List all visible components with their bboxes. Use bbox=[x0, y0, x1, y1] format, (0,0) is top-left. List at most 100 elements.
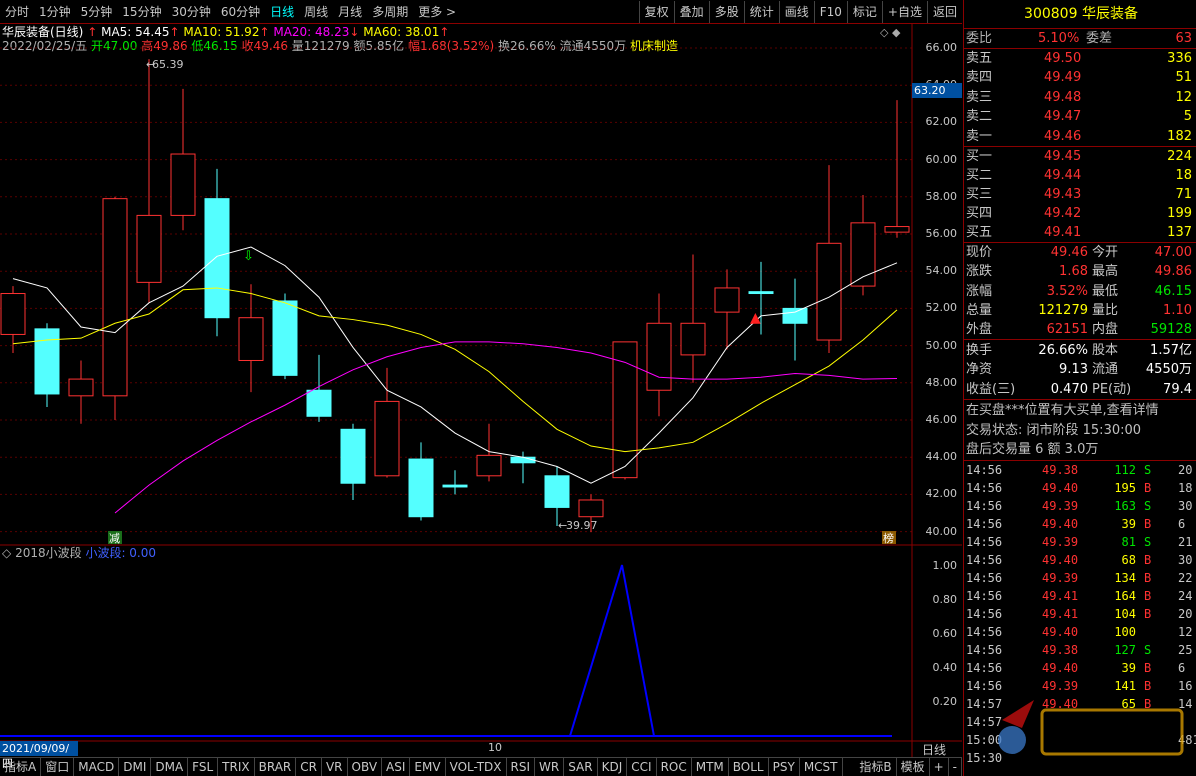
tab-daily[interactable]: 日线 bbox=[265, 3, 299, 20]
bid-row[interactable]: 买五 49.41 137 bbox=[966, 223, 1196, 242]
candle-body bbox=[442, 484, 468, 488]
price-tick: 40.00 bbox=[925, 524, 958, 538]
trading-status: 交易状态: 闭市阶段 15:30:00 bbox=[966, 423, 1142, 438]
tab-1min[interactable]: 1分钟 bbox=[34, 3, 76, 20]
tab-multi-period[interactable]: 多周期 bbox=[367, 3, 413, 20]
indicator-tab[interactable]: RSI bbox=[507, 758, 536, 776]
indicator-header: ◇ 2018小波段 小波段: 0.00 bbox=[2, 546, 156, 561]
indicator-tab[interactable]: 指标A bbox=[0, 758, 42, 776]
indicator-tab[interactable]: VR bbox=[322, 758, 348, 776]
tab-monthly[interactable]: 月线 bbox=[333, 3, 367, 20]
candle-body bbox=[408, 458, 434, 518]
stat-row: 换手 26.66% 股本 1.57亿 bbox=[966, 343, 1192, 358]
down-arrow-icon: ⇩ bbox=[243, 249, 254, 264]
price-tick: 62.00 bbox=[925, 115, 958, 129]
tick-row: 14:56 49.39 81 S 21 bbox=[966, 535, 1193, 549]
tab-5min[interactable]: 5分钟 bbox=[76, 3, 118, 20]
restore-rights-button[interactable]: 复权 bbox=[638, 0, 674, 23]
indicator-tab[interactable]: BOLL bbox=[729, 758, 769, 776]
bid-row[interactable]: 买三 49.43 71 bbox=[966, 185, 1196, 204]
f10-button[interactable]: F10 bbox=[813, 0, 847, 23]
indicator-tab[interactable]: TRIX bbox=[218, 758, 255, 776]
tick-row: 14:56 49.40 68 B 30 bbox=[966, 553, 1193, 567]
indicator-tab[interactable]: EMV bbox=[410, 758, 446, 776]
candle-body bbox=[34, 328, 60, 395]
weicha-value: 63 bbox=[1175, 31, 1192, 46]
indicator-tab[interactable]: MTM bbox=[692, 758, 729, 776]
back-button[interactable]: 返回 bbox=[926, 0, 962, 23]
price-tick: 54.00 bbox=[925, 264, 958, 278]
indicator-tab[interactable]: 窗口 bbox=[41, 758, 75, 776]
tick-row: 14:56 49.38 112 S 20 bbox=[966, 463, 1193, 477]
mark-button[interactable]: 标记 bbox=[846, 0, 882, 23]
candle-body bbox=[578, 499, 604, 518]
weibi-value: 5.10% bbox=[1038, 31, 1080, 46]
ask-row[interactable]: 卖一 49.46 182 bbox=[966, 127, 1196, 146]
indicator-tab[interactable]: DMA bbox=[151, 758, 189, 776]
candle-body bbox=[136, 214, 162, 283]
overlay-button[interactable]: 叠加 bbox=[673, 0, 709, 23]
candle-body bbox=[374, 400, 400, 477]
news-link[interactable]: 在买盘***位置有大买单,查看详情 bbox=[966, 401, 1196, 420]
draw-line-button[interactable]: 画线 bbox=[778, 0, 814, 23]
multi-stock-button[interactable]: 多股 bbox=[708, 0, 744, 23]
kline-chart[interactable]: 65.39 ← ← 39.97 减 榜 ⇩ ▲ bbox=[0, 24, 962, 757]
tick-row: 14:56 49.39 134 B 22 bbox=[966, 571, 1193, 585]
indicator-tab[interactable]: MACD bbox=[74, 758, 120, 776]
reduce-marker: 减 bbox=[109, 532, 120, 545]
indicator-tab[interactable]: OBV bbox=[348, 758, 383, 776]
price-tick: 52.00 bbox=[925, 301, 958, 315]
tab-15min[interactable]: 15分钟 bbox=[117, 3, 166, 20]
price-tick: 58.00 bbox=[925, 189, 958, 203]
indicator-tab[interactable]: - bbox=[949, 758, 962, 776]
indicator-expand-icon[interactable]: ◇ bbox=[2, 546, 11, 560]
quote-panel: 300809 华辰装备 委比 5.10% 委差 63 卖五 49.50 336 卖四 4… bbox=[963, 0, 1196, 776]
ask-row[interactable]: 卖二 49.47 5 bbox=[966, 107, 1196, 126]
indicator-tab[interactable]: 指标B bbox=[855, 758, 897, 776]
price-tick: 50.00 bbox=[925, 338, 958, 352]
tab-more[interactable]: 更多 > bbox=[413, 3, 461, 20]
ask-row[interactable]: 卖四 49.49 51 bbox=[966, 68, 1196, 87]
candle-body bbox=[68, 378, 94, 397]
indicator-tab[interactable]: CR bbox=[296, 758, 322, 776]
candle-body bbox=[238, 317, 264, 361]
candle-body bbox=[170, 153, 196, 216]
indicator-tab[interactable]: SAR bbox=[564, 758, 598, 776]
stat-row: 收益(三) 0.470 PE(动) 79.4 bbox=[966, 381, 1192, 397]
indicator-tab[interactable]: 模板 bbox=[897, 758, 930, 776]
stock-code-name: 300809 华辰装备 bbox=[966, 5, 1196, 24]
indicator-tab[interactable]: VOL-TDX bbox=[446, 758, 507, 776]
stock-name: 华辰装备 bbox=[1081, 6, 1138, 22]
bid-row[interactable]: 买四 49.42 199 bbox=[966, 204, 1196, 223]
indicator-tab[interactable]: PSY bbox=[769, 758, 800, 776]
candle-body bbox=[0, 293, 26, 335]
ask-row[interactable]: 卖五 49.50 336 bbox=[966, 49, 1196, 68]
indicator-tab[interactable]: ROC bbox=[657, 758, 692, 776]
indicator-tab[interactable]: KDJ bbox=[598, 758, 628, 776]
indicator-tab[interactable]: WR bbox=[535, 758, 565, 776]
bid-row[interactable]: 买二 49.44 18 bbox=[966, 166, 1196, 185]
indicator-tab[interactable]: + bbox=[930, 758, 949, 776]
bid-row[interactable]: 买一 49.45 224 bbox=[966, 147, 1196, 166]
indicator-tab[interactable]: CCI bbox=[627, 758, 657, 776]
stat-row: 涨幅 3.52% 最低 46.15 bbox=[966, 283, 1192, 299]
period-label: 日线 bbox=[922, 743, 947, 757]
tab-60min[interactable]: 60分钟 bbox=[216, 3, 265, 20]
tab-weekly[interactable]: 周线 bbox=[299, 3, 333, 20]
indicator-tab[interactable]: ASI bbox=[382, 758, 411, 776]
indicator-tab[interactable]: DMI bbox=[119, 758, 152, 776]
tab-fenshi[interactable]: 分时 bbox=[0, 3, 34, 20]
add-watchlist-button[interactable]: +自选 bbox=[881, 0, 927, 23]
tick-row: 14:56 49.40 195 B 18 bbox=[966, 481, 1193, 495]
indicator-tab[interactable]: BRAR bbox=[255, 758, 297, 776]
indicator-tab[interactable]: FSL bbox=[188, 758, 219, 776]
indicator-tick: 0.80 bbox=[932, 593, 958, 606]
statistics-button[interactable]: 统计 bbox=[743, 0, 779, 23]
candle-body bbox=[102, 198, 128, 397]
candle-body bbox=[680, 322, 706, 356]
indicator-tab[interactable]: MCST bbox=[800, 758, 843, 776]
ask-row[interactable]: 卖三 49.48 12 bbox=[966, 88, 1196, 107]
tick-row: 14:56 49.40 100 12 bbox=[966, 625, 1193, 639]
indicator-tabs: 指标A 窗口 MACD DMI DMA FSL TRIX BRAR CR VR OBV ASI EMV V… bbox=[0, 757, 962, 776]
tab-30min[interactable]: 30分钟 bbox=[167, 3, 216, 20]
